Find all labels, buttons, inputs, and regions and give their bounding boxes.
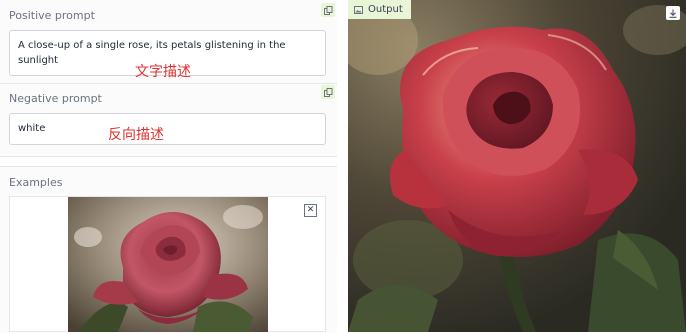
image-icon [354,5,363,14]
output-panel: Output [348,0,686,332]
example-rose-picture [68,197,268,332]
output-label: Output [368,4,403,15]
copy-icon [323,5,332,15]
copy-icon [323,87,332,97]
negative-annotation: 反向描述 [108,127,164,143]
download-button[interactable] [666,6,680,20]
examples-label: Examples [9,176,63,189]
negative-prompt-input[interactable]: white [9,113,326,145]
copy-positive-button[interactable] [321,3,335,17]
example-image[interactable] [68,197,268,332]
negative-prompt-label: Negative prompt [9,92,102,105]
copy-negative-button[interactable] [321,85,335,99]
negative-prompt-panel: Negative prompt white [0,84,337,157]
positive-prompt-label: Positive prompt [9,9,95,22]
output-label-tag: Output [348,0,411,19]
close-example-button[interactable]: ✕ [304,204,317,217]
download-icon [669,9,677,18]
positive-annotation: 文字描述 [135,64,191,80]
output-rose-image[interactable] [348,0,686,332]
